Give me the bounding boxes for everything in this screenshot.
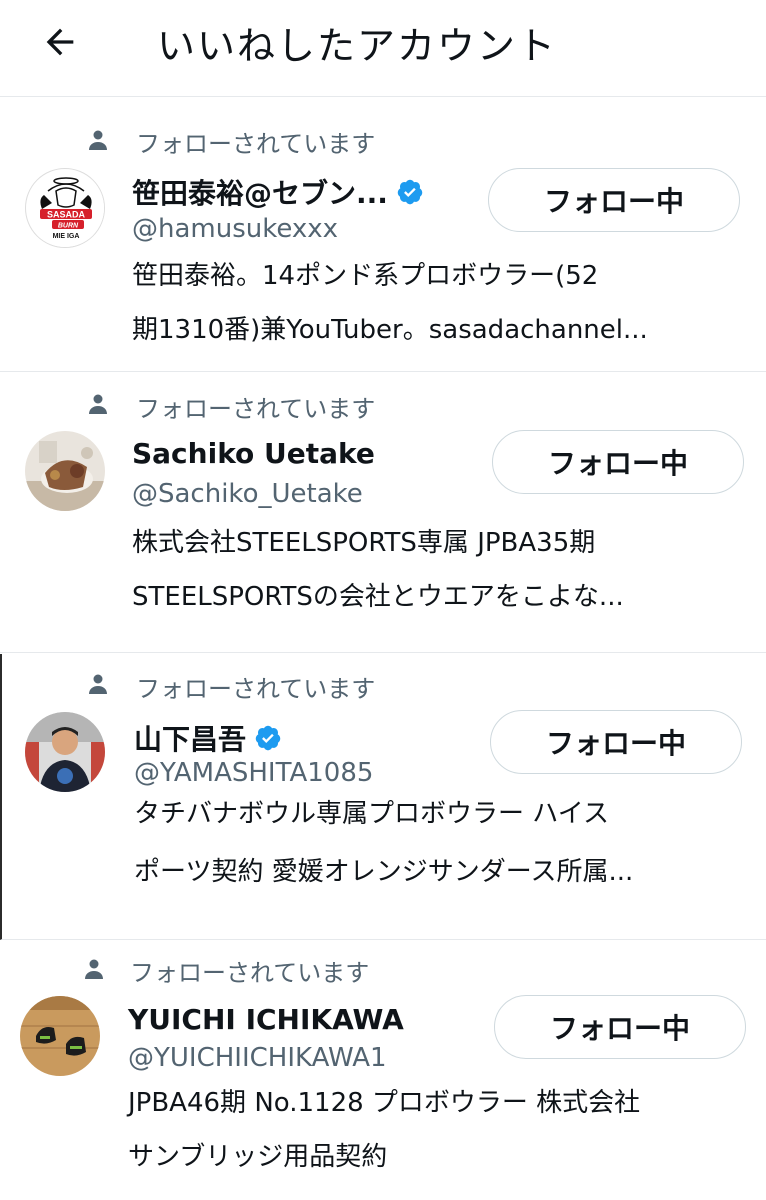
avatar-logo: SASADA BURN MIE IGA (27, 170, 104, 247)
user-handle: @hamusukexxx (132, 214, 339, 244)
bio-line: 期1310番)兼YouTuber。sasadachannel... (132, 315, 648, 345)
user-handle: @Sachiko_Uetake (132, 479, 363, 509)
bio-line: STEELSPORTSの会社とウエアをこよな... (132, 582, 624, 612)
avatar-logo-burn: BURN (58, 223, 79, 230)
following-button[interactable]: フォロー中 (488, 168, 740, 232)
display-name[interactable]: YUICHI ICHIKAWA (128, 1003, 404, 1036)
avatar-photo (25, 712, 105, 792)
bio-line: サンブリッジ用品契約 (128, 1142, 388, 1172)
follows-you-label: フォローされています (136, 395, 376, 423)
bio-line: タチバナボウル専属プロボウラー ハイス (134, 799, 609, 829)
following-button[interactable]: フォロー中 (490, 710, 742, 774)
avatar[interactable]: SASADA BURN MIE IGA (25, 168, 105, 248)
display-name[interactable]: 山下昌吾 (134, 718, 246, 758)
verified-badge-icon (255, 725, 281, 751)
user-cell[interactable]: フォローされています SASADA BURN MIE IGA 笹田泰裕@セブン.… (0, 98, 766, 372)
user-cell[interactable]: フォローされています 山下昌吾 @YAMASHITA1085 タチバナボウル専属… (0, 654, 766, 940)
verified-badge-icon (397, 179, 423, 205)
person-icon (89, 674, 107, 694)
person-icon (89, 394, 107, 414)
name-row[interactable]: 笹田泰裕@セブン... (132, 172, 424, 212)
name-row[interactable]: 山下昌吾 (134, 718, 282, 758)
user-handle: @YUICHIICHIKAWA1 (128, 1043, 387, 1073)
user-cell[interactable]: フォローされています YUICHI ICHIKAWA @YUICHIICHIKA… (0, 941, 766, 1200)
bio-line: ポーツ契約 愛媛オレンジサンダース所属... (134, 857, 634, 887)
follows-you-label: フォローされています (130, 959, 370, 987)
avatar[interactable] (25, 712, 105, 792)
display-name[interactable]: 笹田泰裕@セブン... (132, 172, 388, 212)
follows-you-label: フォローされています (136, 675, 376, 703)
back-button[interactable] (36, 18, 84, 66)
user-cell[interactable]: フォローされています Sachiko Uetake @Sachiko_Uetak… (0, 373, 766, 653)
page-title: いいねしたアカウント (157, 24, 558, 68)
name-row[interactable]: Sachiko Uetake (132, 437, 375, 470)
person-icon (89, 130, 107, 150)
avatar-logo-main: SASADA (47, 210, 86, 220)
arrow-left-icon (46, 28, 74, 56)
following-button[interactable]: フォロー中 (492, 430, 744, 494)
top-bar: いいねしたアカウント (0, 0, 766, 97)
user-handle: @YAMASHITA1085 (134, 758, 374, 788)
person-icon (85, 959, 103, 979)
avatar[interactable] (20, 996, 100, 1076)
follows-you-label: フォローされています (136, 130, 376, 158)
following-button[interactable]: フォロー中 (494, 995, 746, 1059)
avatar-photo (25, 431, 105, 511)
avatar-logo-bottom: MIE IGA (53, 233, 80, 240)
bio-line: JPBA46期 No.1128 プロボウラー 株式会社 (128, 1088, 641, 1118)
bio-line: 笹田泰裕。14ポンド系プロボウラー(52 (132, 261, 599, 291)
avatar-photo (20, 996, 100, 1076)
display-name[interactable]: Sachiko Uetake (132, 437, 375, 470)
name-row[interactable]: YUICHI ICHIKAWA (128, 1003, 404, 1036)
bio-line: 株式会社STEELSPORTS専属 JPBA35期 (132, 528, 596, 558)
avatar[interactable] (25, 431, 105, 511)
